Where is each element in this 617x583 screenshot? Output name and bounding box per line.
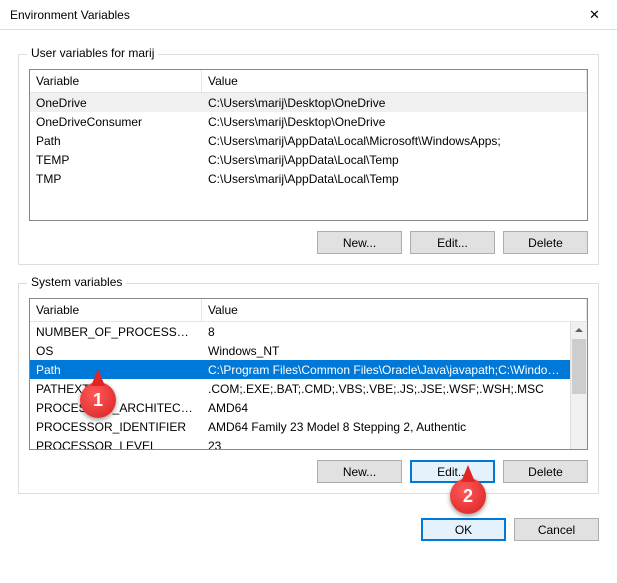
scrollbar[interactable]	[570, 322, 587, 449]
variable-name: TEMP	[30, 153, 202, 167]
variable-value: C:\Users\marij\Desktop\OneDrive	[202, 115, 587, 129]
cancel-button[interactable]: Cancel	[514, 518, 599, 541]
variable-name: OneDriveConsumer	[30, 115, 202, 129]
system-variables-list[interactable]: Variable Value NUMBER_OF_PROCESSORS8OSWi…	[29, 298, 588, 450]
table-row[interactable]: PROCESSOR_IDENTIFIERAMD64 Family 23 Mode…	[30, 417, 570, 436]
table-row[interactable]: PathC:\Users\marij\AppData\Local\Microso…	[30, 131, 587, 150]
variable-value: .COM;.EXE;.BAT;.CMD;.VBS;.VBE;.JS;.JSE;.…	[202, 382, 570, 396]
scroll-up-icon[interactable]	[575, 328, 583, 332]
list-header: Variable Value	[30, 70, 587, 93]
variable-name: PROCESSOR_LEVEL	[30, 439, 202, 450]
user-edit-button[interactable]: Edit...	[410, 231, 495, 254]
list-header: Variable Value	[30, 299, 587, 322]
variable-value: C:\Users\marij\AppData\Local\Temp	[202, 153, 587, 167]
variable-name: PATHEXT	[30, 382, 202, 396]
variable-value: C:\Users\marij\AppData\Local\Microsoft\W…	[202, 134, 587, 148]
table-row[interactable]: PROCESSOR_LEVEL23	[30, 436, 570, 449]
user-variables-list[interactable]: Variable Value OneDriveC:\Users\marij\De…	[29, 69, 588, 221]
annotation-2: 2	[450, 478, 486, 514]
variable-name: PROCESSOR_ARCHITECTURE	[30, 401, 202, 415]
column-variable[interactable]: Variable	[30, 70, 202, 92]
system-delete-button[interactable]: Delete	[503, 460, 588, 483]
variable-value: C:\Program Files\Common Files\Oracle\Jav…	[202, 363, 570, 377]
variable-value: C:\Users\marij\AppData\Local\Temp	[202, 172, 587, 186]
variable-value: AMD64 Family 23 Model 8 Stepping 2, Auth…	[202, 420, 570, 434]
system-group-label: System variables	[27, 275, 126, 289]
system-edit-button[interactable]: Edit...	[410, 460, 495, 483]
variable-value: Windows_NT	[202, 344, 570, 358]
scroll-thumb[interactable]	[572, 339, 586, 394]
window-title: Environment Variables	[10, 8, 130, 22]
user-group-label: User variables for marij	[27, 46, 158, 60]
table-row[interactable]: PathC:\Program Files\Common Files\Oracle…	[30, 360, 570, 379]
close-icon[interactable]: ✕	[572, 0, 617, 30]
variable-value: 23	[202, 439, 570, 450]
table-row[interactable]: OneDriveConsumerC:\Users\marij\Desktop\O…	[30, 112, 587, 131]
table-row[interactable]: OneDriveC:\Users\marij\Desktop\OneDrive	[30, 93, 587, 112]
variable-name: Path	[30, 134, 202, 148]
user-variables-group: User variables for marij Variable Value …	[18, 54, 599, 265]
system-new-button[interactable]: New...	[317, 460, 402, 483]
table-row[interactable]: NUMBER_OF_PROCESSORS8	[30, 322, 570, 341]
variable-name: Path	[30, 363, 202, 377]
scroll-down-icon[interactable]	[575, 439, 583, 443]
variable-name: PROCESSOR_IDENTIFIER	[30, 420, 202, 434]
user-delete-button[interactable]: Delete	[503, 231, 588, 254]
titlebar: Environment Variables ✕	[0, 0, 617, 30]
variable-name: OS	[30, 344, 202, 358]
ok-button[interactable]: OK	[421, 518, 506, 541]
annotation-1: 1	[80, 382, 116, 418]
variable-value: C:\Users\marij\Desktop\OneDrive	[202, 96, 587, 110]
variable-value: 8	[202, 325, 570, 339]
column-value[interactable]: Value	[202, 299, 587, 321]
table-row[interactable]: OSWindows_NT	[30, 341, 570, 360]
column-variable[interactable]: Variable	[30, 299, 202, 321]
variable-name: OneDrive	[30, 96, 202, 110]
variable-name: NUMBER_OF_PROCESSORS	[30, 325, 202, 339]
user-new-button[interactable]: New...	[317, 231, 402, 254]
column-value[interactable]: Value	[202, 70, 587, 92]
variable-name: TMP	[30, 172, 202, 186]
variable-value: AMD64	[202, 401, 570, 415]
table-row[interactable]: TEMPC:\Users\marij\AppData\Local\Temp	[30, 150, 587, 169]
table-row[interactable]: TMPC:\Users\marij\AppData\Local\Temp	[30, 169, 587, 188]
